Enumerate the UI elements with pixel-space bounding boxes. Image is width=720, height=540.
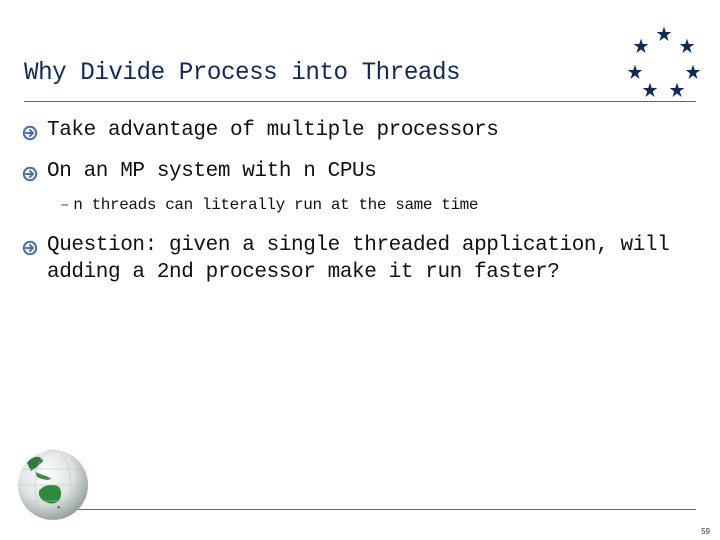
arrow-circle-icon: [22, 123, 38, 141]
star-icon: [679, 38, 695, 54]
globe-image: [17, 449, 89, 521]
bullet-text: On an MP system with n CPUs: [47, 160, 377, 183]
star-icon: [627, 64, 643, 80]
page-number: 59: [701, 527, 710, 536]
star-circle-logo: [620, 20, 710, 100]
star-icon: [669, 82, 685, 98]
arrow-circle-icon: [22, 238, 38, 256]
star-icon: [685, 64, 701, 80]
footer-divider: [78, 509, 696, 510]
bullet-text: Take advantage of multiple processors: [47, 119, 499, 142]
bullet-item: Take advantage of multiple processors: [22, 117, 499, 144]
dash-icon: –: [60, 196, 70, 214]
bullet-item: On an MP system with n CPUs: [22, 158, 377, 185]
star-icon: [656, 26, 672, 42]
star-icon: [642, 82, 658, 98]
star-icon: [633, 38, 649, 54]
title-divider: [24, 101, 696, 102]
bullet-item: Question: given a single threaded applic…: [22, 232, 670, 286]
sub-bullet-item: – n threads can literally run at the same…: [60, 196, 478, 214]
sub-bullet-text: n threads can literally run at the same …: [73, 196, 479, 214]
slide-title: Why Divide Process into Threads: [24, 58, 461, 87]
bullet-text: Question: given a single threaded applic…: [47, 234, 670, 284]
arrow-circle-icon: [22, 164, 38, 182]
